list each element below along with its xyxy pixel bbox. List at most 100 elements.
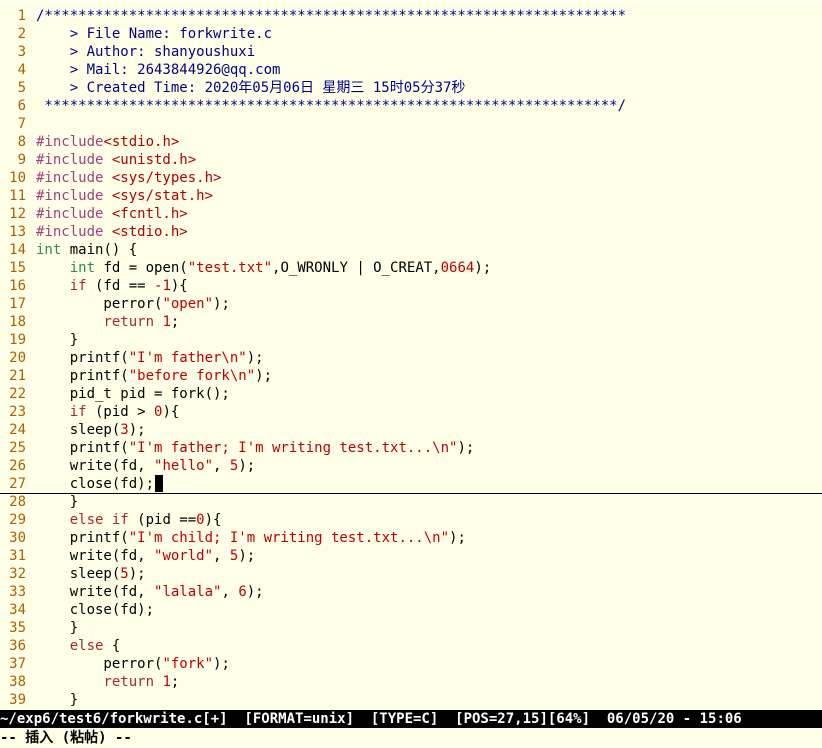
code-line[interactable]: 3 > Author: shanyoushuxi (0, 43, 822, 61)
code-token: else if (69, 512, 129, 528)
code-token: ); (474, 260, 492, 276)
code-token: write(fd, (36, 584, 155, 600)
code-line[interactable]: 18 return 1; (0, 313, 822, 331)
code-token: } (36, 494, 79, 510)
line-number: 17 (9, 296, 26, 312)
code-line[interactable]: 38 return 1; (0, 673, 822, 691)
code-line[interactable]: 11 #include <sys/stat.h> (0, 187, 822, 205)
code-line[interactable]: 2 > File Name: forkwrite.c (0, 25, 822, 43)
code-line[interactable]: 39 } (0, 691, 822, 709)
code-line[interactable]: 30 printf("I'm child; I'm writing test.t… (0, 529, 822, 547)
code-line[interactable]: 31 write(fd, "world", 5); (0, 547, 822, 565)
vim-editor-buffer[interactable]: 1 /**************************************… (0, 0, 822, 710)
code-token: <stdio.h> (111, 224, 188, 240)
code-line[interactable]: 37 perror("fork"); (0, 655, 822, 673)
line-number: 34 (9, 602, 26, 618)
code-token: } (36, 332, 79, 348)
code-token: <sys/stat.h> (111, 188, 214, 204)
line-number: 3 (17, 44, 26, 60)
code-line[interactable]: 29 else if (pid ==0){ (0, 511, 822, 529)
line-number: 10 (9, 170, 26, 186)
code-token: ); (255, 368, 273, 384)
code-line[interactable]: 34 close(fd); (0, 601, 822, 619)
code-line[interactable]: 16 if (fd == -1){ (0, 277, 822, 295)
line-number: 27 (9, 476, 26, 492)
code-token: > File Name: forkwrite.c (36, 26, 273, 42)
code-line[interactable]: 9 #include <unistd.h> (0, 151, 822, 169)
code-token: "open" (162, 296, 214, 312)
code-line[interactable]: 33 write(fd, "lalala", 6); (0, 583, 822, 601)
code-line[interactable]: 35 } (0, 619, 822, 637)
code-token: write(fd, (36, 458, 155, 474)
code-line[interactable]: 17 perror("open"); (0, 295, 822, 313)
line-number: 21 (9, 368, 26, 384)
code-line[interactable]: 27 close(fd); (0, 475, 822, 494)
code-line[interactable]: 15 int fd = open("test.txt",O_WRONLY | O… (0, 259, 822, 277)
code-token: #include (36, 188, 112, 204)
code-token: ){ (204, 512, 222, 528)
code-token: main() { (61, 242, 138, 258)
code-token: sleep( (36, 422, 121, 438)
line-number: 6 (17, 98, 26, 114)
line-number: 1 (17, 8, 26, 24)
code-line[interactable]: 32 sleep(5); (0, 565, 822, 583)
line-number: 28 (9, 494, 26, 510)
code-token: ){ (162, 404, 180, 420)
code-line[interactable]: 14 int main() { (0, 241, 822, 259)
code-line[interactable]: 13 #include <stdio.h> (0, 223, 822, 241)
line-number: 2 (17, 26, 26, 42)
code-line[interactable]: 24 sleep(3); (0, 421, 822, 439)
code-token: ); (457, 440, 475, 456)
code-token: } (36, 692, 79, 708)
code-token: ); (128, 422, 146, 438)
code-token: close(fd); (36, 476, 155, 492)
code-token: { (103, 638, 121, 654)
code-token: , (213, 548, 230, 564)
code-token: #include (36, 206, 112, 222)
code-line[interactable]: 25 printf("I'm father; I'm writing test.… (0, 439, 822, 457)
line-number: 8 (17, 134, 26, 150)
code-line[interactable]: 8 #include<stdio.h> (0, 133, 822, 151)
code-line[interactable]: 6 **************************************… (0, 97, 822, 115)
code-token: ); (213, 296, 230, 312)
code-line[interactable]: 26 write(fd, "hello", 5); (0, 457, 822, 475)
code-line[interactable]: 21 printf("before fork\n"); (0, 367, 822, 385)
code-token: printf( (36, 368, 129, 384)
line-number: 33 (9, 584, 26, 600)
line-number: 13 (9, 224, 26, 240)
code-line[interactable]: 36 else { (0, 637, 822, 655)
code-line[interactable]: 7 (0, 115, 822, 133)
code-line[interactable]: 28 } (0, 493, 822, 511)
code-line[interactable]: 10 #include <sys/types.h> (0, 169, 822, 187)
code-line[interactable]: 12 #include <fcntl.h> (0, 205, 822, 223)
code-token: int (69, 260, 96, 276)
code-token: ; (170, 314, 180, 330)
line-number: 26 (9, 458, 26, 474)
code-line[interactable]: 5 > Created Time: 2020年05月06日 星期三 15时05分… (0, 79, 822, 97)
code-token: -1 (154, 278, 171, 294)
code-line[interactable]: 4 > Mail: 2643844926@qq.com (0, 61, 822, 79)
code-token: 3 (120, 422, 129, 438)
code-line[interactable]: 23 if (pid > 0){ (0, 403, 822, 421)
line-number: 29 (9, 512, 26, 528)
code-token: , (213, 458, 230, 474)
line-number: 20 (9, 350, 26, 366)
code-token: if (69, 404, 87, 420)
line-number: 36 (9, 638, 26, 654)
code-token: > Mail: 2643844926@qq.com (36, 62, 281, 78)
code-token: "world" (154, 548, 214, 564)
code-line[interactable]: 1 /**************************************… (0, 7, 822, 25)
line-number: 23 (9, 404, 26, 420)
line-number: 7 (17, 116, 26, 132)
code-token: pid_t pid = fork(); (36, 386, 230, 402)
code-token: sleep( (36, 566, 121, 582)
code-token: "I'm father\n" (128, 350, 247, 366)
text-cursor (155, 475, 164, 492)
code-line[interactable]: 20 printf("I'm father\n"); (0, 349, 822, 367)
line-number: 22 (9, 386, 26, 402)
code-line[interactable]: 19 } (0, 331, 822, 349)
line-number: 39 (9, 692, 26, 708)
code-line[interactable]: 22 pid_t pid = fork(); (0, 385, 822, 403)
